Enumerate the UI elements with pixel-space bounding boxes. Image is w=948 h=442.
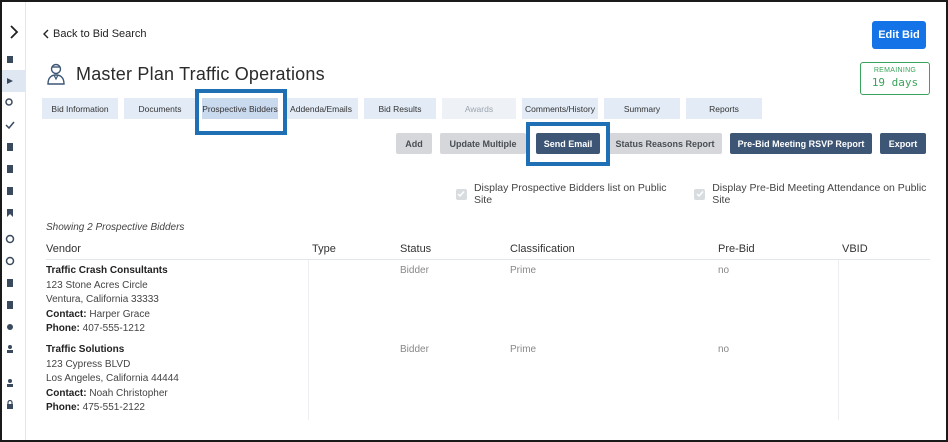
status-reasons-report-button[interactable]: Status Reasons Report — [608, 133, 722, 154]
home-icon[interactable] — [5, 54, 15, 64]
tab-comments-history[interactable]: Comments/History — [522, 98, 598, 119]
display-bidders-checkbox[interactable] — [456, 188, 467, 200]
status-cell: Bidder — [400, 344, 429, 355]
header-vendor[interactable]: Vendor — [46, 243, 81, 255]
highlight-box-send-email — [526, 122, 610, 166]
display-attendance-label: Display Pre-Bid Meeting Attendance on Pu… — [712, 182, 927, 206]
prospective-bidders-table: Vendor Type Status Classification Pre-Bi… — [46, 238, 930, 420]
export-button[interactable]: Export — [880, 133, 926, 154]
checkmark-icon — [696, 191, 704, 198]
contact-name: Noah Christopher — [89, 387, 168, 399]
tab-reports[interactable]: Reports — [686, 98, 762, 119]
table-row[interactable]: Traffic Solutions 123 Cypress BLVD Los A… — [46, 340, 930, 420]
prebid-cell: no — [718, 265, 730, 276]
classification-cell: Prime — [510, 344, 537, 355]
display-bidders-label: Display Prospective Bidders list on Publ… — [473, 182, 667, 206]
contact-label: Contact: — [46, 387, 87, 399]
user-icon[interactable] — [5, 378, 15, 388]
remaining-badge: REMAINING 19 days — [860, 62, 930, 95]
settings-icon[interactable] — [5, 322, 15, 332]
vendor-phone: Phone: 475-551-2122 — [46, 401, 179, 416]
help-icon[interactable] — [5, 256, 15, 266]
vendor-address-line2: Los Angeles, California 44444 — [46, 373, 179, 385]
back-to-bid-search-link[interactable]: Back to Bid Search — [42, 28, 147, 40]
page-title: Master Plan Traffic Operations — [76, 63, 325, 84]
table-header: Vendor Type Status Classification Pre-Bi… — [46, 238, 930, 260]
vendor-contact: Contact: Noah Christopher — [46, 387, 179, 402]
highlight-box-prospective-bidders — [195, 89, 287, 135]
check-icon[interactable] — [5, 120, 15, 130]
report-icon[interactable] — [5, 300, 15, 310]
back-link-label: Back to Bid Search — [53, 28, 147, 40]
status-cell: Bidder — [400, 265, 429, 276]
users-icon[interactable] — [5, 344, 15, 354]
public-site-options: Display Prospective Bidders list on Publ… — [456, 182, 946, 206]
tab-awards[interactable]: Awards — [442, 98, 516, 119]
header-vbid[interactable]: VBID — [842, 243, 868, 255]
vendor-name[interactable]: Traffic Solutions — [46, 343, 179, 358]
list-icon[interactable] — [5, 142, 15, 152]
bidders-count: Showing 2 Prospective Bidders — [46, 222, 185, 233]
remaining-label: REMAINING — [873, 67, 917, 74]
vendor-address-line1: 123 Cypress BLVD — [46, 358, 131, 370]
vendor-cell: Traffic Solutions 123 Cypress BLVD Los A… — [46, 343, 179, 416]
tab-bid-results[interactable]: Bid Results — [364, 98, 436, 119]
app-window: Back to Bid Search Edit Bid Master Plan … — [0, 0, 948, 442]
display-attendance-checkbox[interactable] — [694, 188, 706, 200]
chevron-left-icon — [43, 29, 49, 39]
header-classification[interactable]: Classification — [510, 243, 575, 255]
search-icon[interactable] — [5, 98, 15, 108]
phone-number: 407-555-1212 — [82, 323, 145, 335]
bookmark-icon[interactable] — [5, 208, 15, 218]
vendor-cell: Traffic Crash Consultants 123 Stone Acre… — [46, 264, 168, 337]
prebid-cell: no — [718, 344, 730, 355]
edit-bid-button[interactable]: Edit Bid — [872, 21, 926, 49]
vendor-contact: Contact: Harper Grace — [46, 308, 168, 323]
contact-label: Contact: — [46, 308, 87, 320]
vendor-address-line1: 123 Stone Acres Circle — [46, 279, 148, 291]
checkmark-icon — [457, 191, 465, 198]
file-icon[interactable] — [5, 278, 15, 288]
expand-chevron-icon[interactable] — [8, 24, 20, 40]
left-rail — [2, 2, 26, 440]
header-type[interactable]: Type — [312, 243, 336, 255]
phone-number: 475-551-2122 — [82, 402, 145, 414]
vendor-phone: Phone: 407-555-1212 — [46, 322, 168, 337]
page-header: Master Plan Traffic Operations — [46, 62, 325, 86]
arrow-icon[interactable] — [5, 76, 15, 86]
document-icon[interactable] — [5, 164, 15, 174]
header-prebid[interactable]: Pre-Bid — [718, 243, 755, 255]
clipboard-icon[interactable] — [5, 186, 15, 196]
vendor-address-line2: Ventura, California 33333 — [46, 294, 159, 306]
lock-icon[interactable] — [5, 400, 15, 410]
vendor-name[interactable]: Traffic Crash Consultants — [46, 264, 168, 279]
contact-name: Harper Grace — [89, 308, 150, 320]
tab-bid-information[interactable]: Bid Information — [42, 98, 118, 119]
phone-label: Phone: — [46, 402, 80, 414]
phone-label: Phone: — [46, 323, 80, 335]
globe-icon[interactable] — [5, 234, 15, 244]
update-multiple-button[interactable]: Update Multiple — [440, 133, 526, 154]
table-row[interactable]: Traffic Crash Consultants 123 Stone Acre… — [46, 260, 930, 340]
tab-summary[interactable]: Summary — [604, 98, 680, 119]
add-button[interactable]: Add — [396, 133, 432, 154]
remaining-value: 19 days — [871, 76, 919, 89]
prebid-rsvp-report-button[interactable]: Pre-Bid Meeting RSVP Report — [730, 133, 872, 154]
header-status[interactable]: Status — [400, 243, 431, 255]
classification-cell: Prime — [510, 265, 537, 276]
bid-person-icon — [47, 63, 65, 85]
tab-bar: Bid Information Documents Prospective Bi… — [42, 98, 762, 119]
tab-addenda-emails[interactable]: Addenda/Emails — [284, 98, 358, 119]
tab-documents[interactable]: Documents — [124, 98, 196, 119]
